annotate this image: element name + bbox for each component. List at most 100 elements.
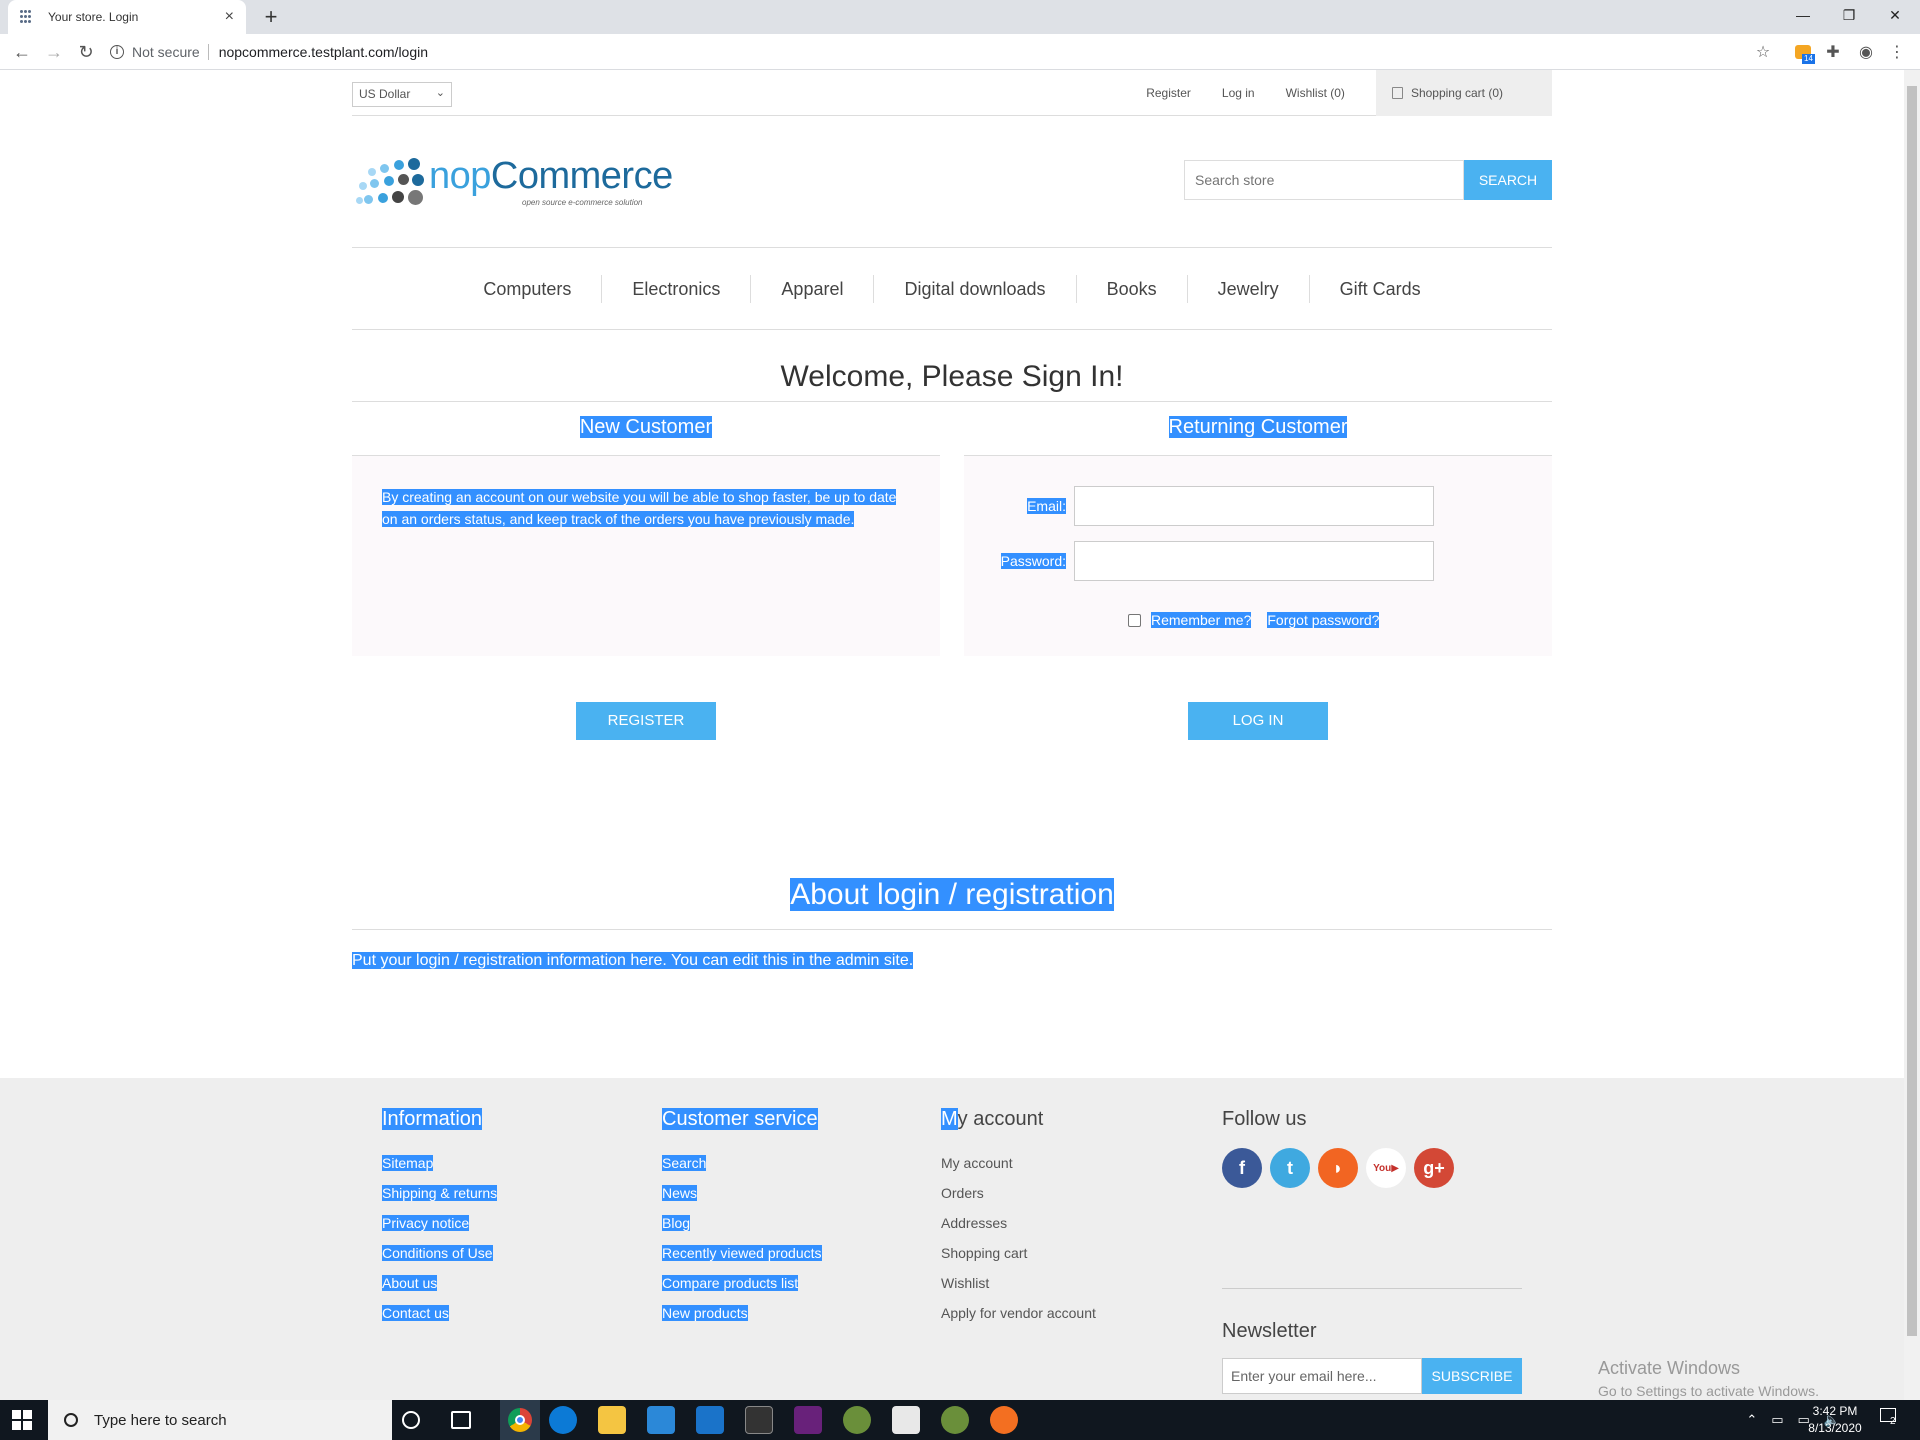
page-scrollbar[interactable] [1904, 70, 1920, 1400]
app-icon-4[interactable] [990, 1406, 1018, 1434]
menu-item-computers[interactable]: Computers [453, 274, 603, 303]
newsletter-email-input[interactable]: Enter your email here... [1222, 1358, 1422, 1394]
remember-me-checkbox[interactable] [1128, 613, 1141, 627]
login-button[interactable]: LOG IN [1188, 702, 1328, 740]
forward-icon[interactable]: → [40, 38, 68, 66]
notifications-icon[interactable]: 2 [1880, 1408, 1902, 1430]
omnibox[interactable]: i Not secure nopcommerce.testplant.com/l… [110, 39, 1780, 65]
menu-item-jewelry[interactable]: Jewelry [1188, 274, 1310, 303]
taskbar-clock[interactable]: 3:42 PM 8/13/2020 [1804, 1403, 1866, 1437]
register-link[interactable]: Register [1146, 86, 1191, 100]
remember-me-label[interactable]: Remember me? [1151, 612, 1252, 628]
back-icon[interactable]: ← [8, 38, 36, 66]
facebook-icon[interactable]: f [1222, 1148, 1262, 1188]
new-tab-button[interactable]: + [258, 4, 284, 30]
taskbar-search-box[interactable]: Type here to search [48, 1400, 392, 1440]
security-label[interactable]: Not secure [132, 44, 200, 60]
footer-link-conditions[interactable]: Conditions of Use [382, 1245, 493, 1261]
password-field[interactable] [1074, 541, 1434, 581]
footer-link-search[interactable]: Search [662, 1155, 707, 1171]
footer-newsletter: Newsletter [1222, 1320, 1316, 1360]
footer-link-wishlist[interactable]: Wishlist [941, 1268, 1096, 1298]
footer-link-news[interactable]: News [662, 1185, 698, 1201]
footer-link-orders[interactable]: Orders [941, 1178, 1096, 1208]
forgot-password-link[interactable]: Forgot password? [1267, 612, 1380, 628]
footer-my-account: My account My account Orders Addresses S… [941, 1108, 1096, 1328]
extension-badge-icon[interactable]: 14 [1792, 42, 1815, 64]
tab-title: Your store. Login [48, 10, 139, 24]
restore-icon[interactable]: ❐ [1826, 0, 1872, 30]
edge-icon[interactable] [549, 1406, 577, 1434]
terminal-icon[interactable] [745, 1406, 773, 1434]
footer-link-new-products[interactable]: New products [662, 1305, 748, 1321]
info-icon[interactable]: i [110, 45, 124, 59]
newsletter-form: Enter your email here... SUBSCRIBE [1222, 1358, 1522, 1394]
footer-link-vendor[interactable]: Apply for vendor account [941, 1298, 1096, 1328]
network-icon[interactable]: ▭ [1771, 1412, 1783, 1428]
footer-link-sitemap[interactable]: Sitemap [382, 1155, 434, 1171]
menu-item-books[interactable]: Books [1077, 274, 1188, 303]
menu-item-gift-cards[interactable]: Gift Cards [1310, 275, 1451, 303]
youtube-icon[interactable]: You▶ [1366, 1148, 1406, 1188]
reload-icon[interactable]: ↻ [72, 38, 100, 66]
chrome-taskbar-active[interactable] [500, 1400, 540, 1440]
app-icon-2[interactable] [892, 1406, 920, 1434]
wishlist-link[interactable]: Wishlist (0) [1286, 86, 1345, 100]
task-view-icon[interactable] [451, 1411, 471, 1429]
logo-wordmark: nopCommerce [429, 155, 673, 197]
footer-customer-service-title: Customer service [662, 1108, 818, 1130]
search-button[interactable]: SEARCH [1464, 160, 1552, 200]
footer-link-about[interactable]: About us [382, 1275, 438, 1291]
extension-badge-count: 14 [1802, 54, 1815, 64]
store-icon[interactable] [647, 1406, 675, 1434]
new-customer-block: New Customer By creating an account on o… [352, 400, 940, 656]
file-explorer-icon[interactable] [598, 1406, 626, 1434]
store-logo[interactable]: nopCommerce open source e-commerce solut… [356, 152, 673, 212]
extensions-puzzle-icon[interactable]: ✚ [1822, 42, 1844, 64]
shopping-cart-link[interactable]: Shopping cart (0) [1375, 70, 1552, 116]
profile-avatar-icon[interactable]: ◉ [1855, 42, 1877, 64]
minimize-icon[interactable]: — [1780, 0, 1826, 30]
email-field[interactable] [1074, 486, 1434, 526]
footer-link-blog[interactable]: Blog [662, 1215, 691, 1231]
footer-link-privacy[interactable]: Privacy notice [382, 1215, 470, 1231]
register-button[interactable]: REGISTER [576, 702, 716, 740]
google-plus-icon[interactable]: g+ [1414, 1148, 1454, 1188]
cortana-icon[interactable] [402, 1411, 420, 1429]
footer-link-contact[interactable]: Contact us [382, 1305, 449, 1321]
tab-close-icon[interactable]: × [225, 8, 234, 26]
logo-dots-icon [356, 158, 426, 206]
login-link[interactable]: Log in [1222, 86, 1255, 100]
bookmark-star-icon[interactable]: ☆ [1752, 42, 1774, 64]
returning-customer-title: Returning Customer [1168, 416, 1348, 438]
subscribe-button[interactable]: SUBSCRIBE [1422, 1358, 1522, 1394]
footer-divider [1222, 1288, 1522, 1289]
footer-link-compare[interactable]: Compare products list [662, 1275, 799, 1291]
footer-information-title: Information [382, 1108, 483, 1130]
rss-icon[interactable]: ◗ [1318, 1148, 1358, 1188]
menu-item-electronics[interactable]: Electronics [602, 274, 752, 303]
footer-link-shopping-cart[interactable]: Shopping cart [941, 1238, 1096, 1268]
chrome-menu-icon[interactable]: ⋮ [1886, 42, 1908, 64]
search-input[interactable] [1184, 160, 1464, 200]
footer-link-recently-viewed[interactable]: Recently viewed products [662, 1245, 822, 1261]
close-window-icon[interactable]: ✕ [1872, 0, 1918, 30]
footer-link-shipping[interactable]: Shipping & returns [382, 1185, 498, 1201]
menu-item-digital-downloads[interactable]: Digital downloads [874, 274, 1077, 303]
app-icon-3[interactable] [941, 1406, 969, 1434]
mail-icon[interactable] [696, 1406, 724, 1434]
app-icon-1[interactable] [843, 1406, 871, 1434]
about-title: About login / registration [790, 878, 1114, 911]
tray-chevron-icon[interactable]: ⌃ [1746, 1412, 1757, 1428]
scrollbar-thumb[interactable] [1907, 86, 1917, 1336]
windows-taskbar: Type here to search ⌃ ▭ ▭ 🔈 3:42 PM 8/13… [0, 1400, 1920, 1440]
windows-start-icon[interactable] [12, 1410, 32, 1430]
menu-item-apparel[interactable]: Apparel [751, 274, 875, 303]
url-text[interactable]: nopcommerce.testplant.com/login [219, 44, 428, 60]
footer-link-my-account[interactable]: My account [941, 1148, 1096, 1178]
footer-link-addresses[interactable]: Addresses [941, 1208, 1096, 1238]
twitter-icon[interactable]: t [1270, 1148, 1310, 1188]
visual-studio-icon[interactable] [794, 1406, 822, 1434]
currency-select[interactable]: US Dollar ⌄ [352, 82, 452, 107]
browser-tab[interactable]: Your store. Login × [8, 0, 246, 34]
